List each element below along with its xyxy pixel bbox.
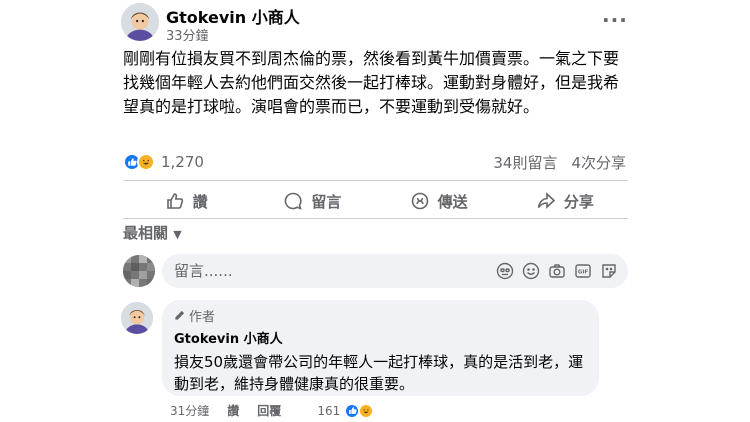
comment-button[interactable]: 留言: [249, 186, 375, 216]
send-button-label: 傳送: [437, 192, 468, 211]
pencil-icon: [175, 310, 185, 320]
post-timestamp[interactable]: 33分鐘: [166, 25, 209, 44]
composer-tools: GIF: [496, 262, 618, 280]
comment-button-label: 留言: [311, 192, 342, 211]
reaction-summary[interactable]: 1,270: [123, 152, 204, 172]
author-badge-label: 作者: [189, 310, 216, 325]
like-button-label: 讚: [192, 192, 208, 211]
reply-comment-bubble: 作者 Gtokevin 小商人 損友50歲還會帶公司的年輕人一起打棒球，真的是活…: [162, 300, 599, 396]
reply-timestamp[interactable]: 31分鐘: [170, 402, 209, 419]
chevron-down-icon: ▼: [173, 228, 182, 241]
comments-count[interactable]: 34則留言: [493, 152, 557, 173]
share-icon: [537, 192, 556, 209]
post-stats: 34則留言 4次分享: [493, 152, 626, 173]
messenger-icon: [411, 192, 428, 210]
thumbs-up-icon: [166, 193, 183, 209]
reply-reply-button[interactable]: 回覆: [257, 402, 281, 419]
action-bar: 讚 留言 傳送 分享: [123, 186, 628, 216]
reply-reaction-count: 161: [317, 403, 341, 418]
author-badge: 作者: [174, 306, 587, 325]
like-button[interactable]: 讚: [123, 186, 249, 216]
emoji-icon[interactable]: [522, 262, 540, 280]
avatar-sticker-icon[interactable]: [496, 262, 514, 280]
more-icon[interactable]: ···: [602, 8, 628, 32]
comment-icon: [285, 192, 303, 210]
reply-reaction-summary[interactable]: 161: [317, 402, 375, 419]
divider: [123, 218, 628, 219]
shares-count[interactable]: 4次分享: [571, 152, 626, 173]
facebook-post: Gtokevin 小商人 33分鐘 ··· 剛剛有位損友買不到周杰倫的票，然後看…: [108, 0, 642, 422]
share-button[interactable]: 分享: [502, 186, 628, 216]
haha-reaction-icon: [137, 153, 155, 171]
comment-composer: GIF: [162, 254, 628, 288]
comment-sort-dropdown[interactable]: 最相關 ▼: [123, 222, 182, 243]
svg-text:GIF: GIF: [578, 270, 589, 276]
share-button-label: 分享: [563, 192, 594, 211]
reply-author-name[interactable]: Gtokevin 小商人: [174, 328, 587, 347]
post-text: 剛剛有位損友買不到周杰倫的票，然後看到黃牛加價賣票。一氣之下要找幾個年輕人去約他…: [123, 49, 620, 116]
author-avatar[interactable]: [121, 3, 159, 41]
send-button[interactable]: 傳送: [376, 186, 502, 216]
gif-icon[interactable]: GIF: [574, 262, 592, 280]
camera-icon[interactable]: [548, 262, 566, 280]
current-user-avatar[interactable]: [123, 255, 155, 287]
sort-label: 最相關: [123, 224, 169, 242]
reply-meta: 31分鐘 讚 回覆 161: [170, 402, 375, 419]
reply-author-avatar[interactable]: [121, 302, 153, 334]
comment-input[interactable]: [174, 262, 474, 280]
reply-text: 損友50歲還會帶公司的年輕人一起打棒球，真的是活到老，運動到老，維持身體健康真的…: [174, 353, 584, 393]
reaction-count: 1,270: [161, 153, 204, 171]
reply-like-button[interactable]: 讚: [227, 402, 239, 419]
haha-reaction-icon: [358, 402, 375, 419]
sticker-icon[interactable]: [600, 262, 618, 280]
divider: [123, 180, 628, 181]
